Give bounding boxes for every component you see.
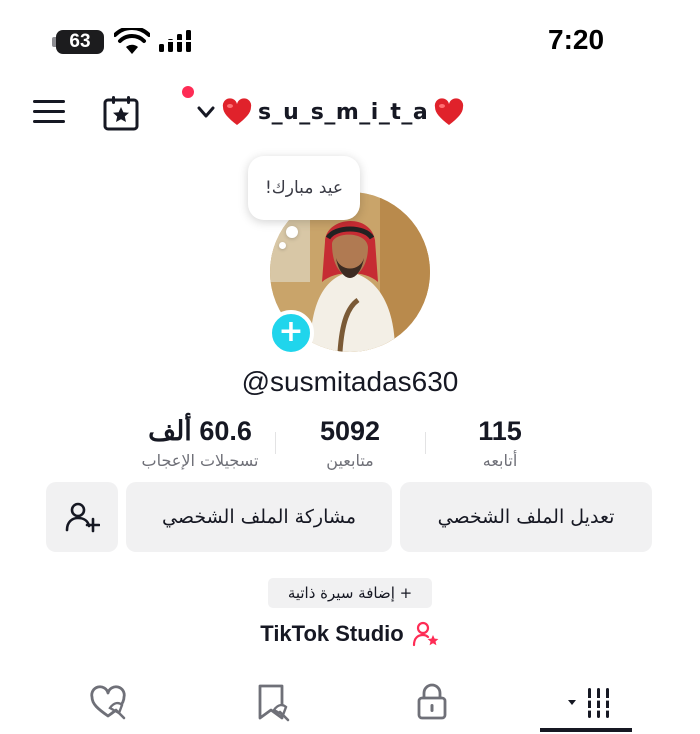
profile-note[interactable]: عيد مبارك! bbox=[248, 156, 360, 220]
tiktok-studio-link[interactable]: TikTok Studio bbox=[0, 620, 700, 648]
note-bubble-tail bbox=[286, 226, 298, 238]
notification-dot bbox=[182, 86, 194, 98]
add-bio-button[interactable]: + إضافة سيرة ذاتية bbox=[268, 578, 432, 608]
tab-liked[interactable] bbox=[86, 680, 130, 724]
calendar-star-icon[interactable] bbox=[102, 94, 140, 132]
chevron-down-icon bbox=[197, 106, 215, 118]
share-profile-button[interactable]: مشاركة الملف الشخصي bbox=[126, 482, 392, 552]
heart-icon bbox=[222, 98, 252, 125]
username: s_u_s_m_i_t_a bbox=[258, 99, 429, 125]
liked-heart-icon bbox=[90, 685, 126, 720]
menu-icon[interactable] bbox=[32, 96, 66, 128]
add-friend-icon bbox=[65, 502, 100, 533]
clock: 7:20 bbox=[548, 24, 605, 55]
signal-icon bbox=[158, 30, 198, 52]
tab-videos[interactable] bbox=[564, 680, 620, 724]
note-bubble-tail bbox=[279, 242, 286, 249]
creator-star-icon bbox=[412, 621, 439, 647]
studio-label: TikTok Studio bbox=[260, 621, 404, 646]
following-label: أتابعه bbox=[482, 451, 518, 470]
following-count: 115 bbox=[478, 416, 522, 446]
wifi-icon bbox=[114, 28, 150, 54]
account-switcher[interactable]: s_u_s_m_i_t_a bbox=[196, 92, 464, 132]
videos-grid-icon bbox=[568, 688, 614, 718]
tab-favorites[interactable] bbox=[250, 680, 294, 724]
status-bar: 63 7:20 bbox=[0, 0, 700, 80]
battery-indicator: 63 bbox=[56, 30, 104, 54]
profile-handle: @susmitadas630 bbox=[241, 366, 459, 397]
following-stat[interactable]: 115 أتابعه bbox=[410, 416, 590, 470]
selected-tab-indicator bbox=[540, 728, 632, 732]
add-friends-button[interactable] bbox=[46, 482, 118, 552]
heart-icon bbox=[435, 98, 464, 125]
add-avatar-button[interactable]: + bbox=[268, 310, 314, 356]
private-lock-icon bbox=[417, 683, 447, 720]
edit-profile-button[interactable]: تعديل الملف الشخصي bbox=[400, 482, 652, 552]
tab-private[interactable] bbox=[410, 680, 454, 724]
favorites-bookmark-icon bbox=[258, 684, 290, 722]
